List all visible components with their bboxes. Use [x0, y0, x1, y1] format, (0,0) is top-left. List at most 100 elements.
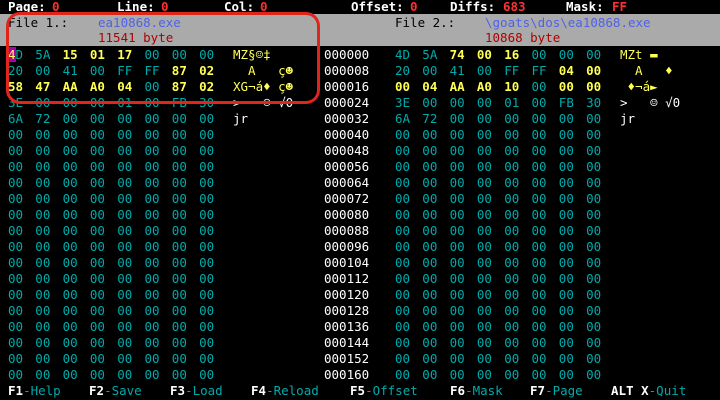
right-hex-byte[interactable]: 00 [395, 304, 410, 318]
left-hex-byte[interactable]: 00 [63, 224, 78, 238]
right-hex-byte[interactable]: 00 [532, 336, 547, 350]
left-hex-byte[interactable]: 00 [90, 208, 105, 222]
right-hex-byte[interactable]: 00 [532, 176, 547, 190]
right-hex-byte[interactable]: 00 [395, 128, 410, 142]
right-hex-byte[interactable]: 00 [532, 128, 547, 142]
right-hex-byte[interactable]: 00 [504, 208, 519, 222]
left-hex-byte[interactable]: 00 [199, 112, 214, 126]
left-hex-byte[interactable]: 00 [8, 144, 23, 158]
left-hex-byte[interactable]: 00 [199, 336, 214, 350]
fkey-quit[interactable]: ALT X-Quit [611, 384, 686, 398]
left-hex-byte[interactable]: 00 [145, 320, 160, 334]
fkey-reload[interactable]: F4-Reload [251, 384, 319, 398]
left-hex-byte[interactable]: 00 [90, 144, 105, 158]
right-hex-byte[interactable]: 00 [532, 96, 547, 110]
left-hex-byte[interactable]: 00 [63, 208, 78, 222]
right-hex-byte[interactable]: 00 [477, 288, 492, 302]
right-hex-byte[interactable]: 00 [532, 144, 547, 158]
left-hex-byte[interactable]: 00 [8, 192, 23, 206]
left-hex-byte[interactable]: 00 [8, 240, 23, 254]
left-hex-byte[interactable]: 00 [145, 176, 160, 190]
left-hex-byte[interactable]: 00 [35, 320, 50, 334]
right-hex-byte[interactable]: 00 [422, 128, 437, 142]
right-hex-byte[interactable]: 00 [504, 304, 519, 318]
left-hex-byte[interactable]: 00 [199, 48, 214, 62]
right-hex-byte[interactable]: 00 [450, 272, 465, 286]
right-hex-byte[interactable]: 00 [532, 48, 547, 62]
left-hex-byte[interactable]: 00 [117, 208, 132, 222]
right-hex-byte[interactable]: 00 [477, 96, 492, 110]
right-hex-byte[interactable]: 00 [559, 288, 574, 302]
left-hex-byte[interactable]: 00 [35, 336, 50, 350]
right-hex-byte[interactable]: A0 [477, 80, 492, 94]
left-hex-byte[interactable]: 00 [35, 128, 50, 142]
file1-name[interactable]: ea10868.exe [98, 16, 181, 30]
right-hex-byte[interactable]: 00 [559, 48, 574, 62]
right-hex-byte[interactable]: 00 [395, 192, 410, 206]
left-hex-byte[interactable]: 00 [35, 64, 50, 78]
right-hex-byte[interactable]: 00 [559, 224, 574, 238]
left-hex-byte[interactable]: FF [117, 64, 132, 78]
left-hex-byte[interactable]: 3E [8, 96, 23, 110]
right-hex-byte[interactable]: 00 [450, 352, 465, 366]
right-hex-byte[interactable]: 00 [450, 128, 465, 142]
left-hex-byte[interactable]: 00 [172, 160, 187, 174]
left-hex-byte[interactable]: 00 [8, 272, 23, 286]
right-hex-byte[interactable]: 00 [586, 144, 601, 158]
left-hex-byte[interactable]: 00 [35, 240, 50, 254]
right-hex-byte[interactable]: 74 [450, 48, 465, 62]
right-hex-byte[interactable]: 00 [532, 192, 547, 206]
right-hex-byte[interactable]: 00 [477, 112, 492, 126]
left-hex-byte[interactable]: 00 [63, 288, 78, 302]
right-hex-byte[interactable]: 00 [450, 240, 465, 254]
left-hex-byte[interactable]: 00 [145, 288, 160, 302]
right-hex-byte[interactable]: 00 [477, 272, 492, 286]
right-hex-byte[interactable]: 00 [532, 304, 547, 318]
right-hex-byte[interactable]: 00 [450, 224, 465, 238]
left-hex-byte[interactable]: 87 [172, 64, 187, 78]
right-hex-byte[interactable]: 00 [422, 192, 437, 206]
right-hex-byte[interactable]: 00 [586, 352, 601, 366]
left-hex-byte[interactable]: 00 [172, 192, 187, 206]
left-hex-byte[interactable]: 00 [172, 112, 187, 126]
left-hex-byte[interactable]: 30 [199, 96, 214, 110]
left-hex-byte[interactable]: 04 [117, 80, 132, 94]
right-hex-byte[interactable]: 00 [532, 224, 547, 238]
left-hex-byte[interactable]: 00 [172, 208, 187, 222]
left-hex-byte[interactable]: 00 [90, 304, 105, 318]
left-hex-byte[interactable]: 00 [35, 192, 50, 206]
left-hex-byte[interactable]: FB [172, 96, 187, 110]
left-hex-byte[interactable]: 00 [63, 176, 78, 190]
right-hex-byte[interactable]: 00 [586, 304, 601, 318]
right-hex-byte[interactable]: 00 [504, 176, 519, 190]
left-hex-byte[interactable]: 00 [8, 160, 23, 174]
right-hex-byte[interactable]: 00 [422, 256, 437, 270]
right-hex-byte[interactable]: 00 [477, 304, 492, 318]
left-hex-byte[interactable]: 6A [8, 112, 23, 126]
right-hex-byte[interactable]: 00 [422, 288, 437, 302]
right-hex-byte[interactable]: 00 [559, 272, 574, 286]
right-hex-byte[interactable]: 00 [477, 240, 492, 254]
left-hex-byte[interactable]: 00 [172, 224, 187, 238]
left-hex-byte[interactable]: 00 [145, 160, 160, 174]
fkey-mask[interactable]: F6-Mask [450, 384, 503, 398]
left-hex-byte[interactable]: 00 [199, 320, 214, 334]
left-hex-byte[interactable]: 00 [35, 304, 50, 318]
right-hex-byte[interactable]: 00 [504, 256, 519, 270]
left-hex-byte[interactable]: 00 [8, 368, 23, 382]
right-hex-byte[interactable]: 00 [477, 64, 492, 78]
left-hex-byte[interactable]: 00 [117, 304, 132, 318]
left-hex-byte[interactable]: 00 [90, 352, 105, 366]
right-hex-byte[interactable]: 00 [504, 112, 519, 126]
left-hex-byte[interactable]: 00 [145, 144, 160, 158]
right-hex-byte[interactable]: 00 [559, 128, 574, 142]
right-hex-byte[interactable]: 00 [559, 176, 574, 190]
left-hex-byte[interactable]: 00 [90, 240, 105, 254]
left-hex-byte[interactable]: 00 [172, 176, 187, 190]
right-hex-byte[interactable]: 00 [504, 352, 519, 366]
right-hex-byte[interactable]: 00 [422, 368, 437, 382]
left-hex-byte[interactable]: 00 [199, 304, 214, 318]
left-hex-byte[interactable]: 00 [145, 192, 160, 206]
right-hex-byte[interactable]: 00 [395, 176, 410, 190]
right-hex-byte[interactable]: 00 [532, 256, 547, 270]
